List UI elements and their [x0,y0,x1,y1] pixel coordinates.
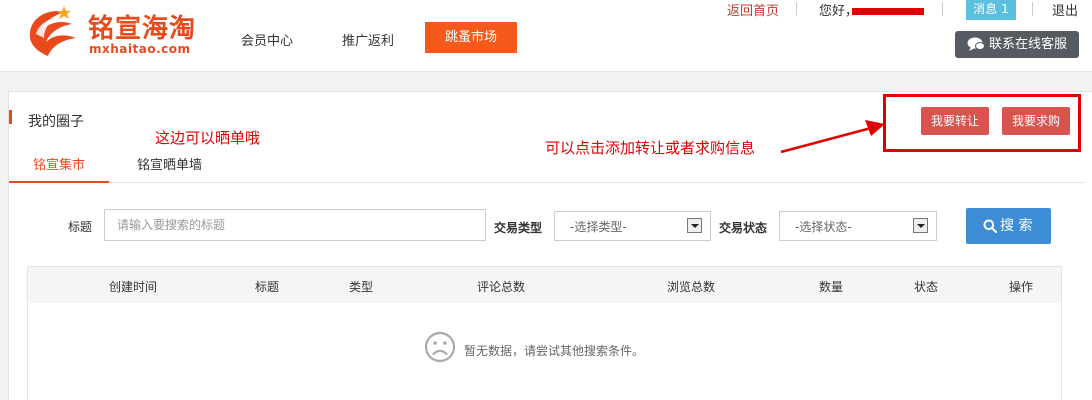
column-created-time: 创建时间 [108,280,158,294]
search-icon [983,219,997,233]
column-title: 标题 [254,280,280,294]
back-home-link[interactable]: 返回首页 [727,0,779,19]
trade-type-label: 交易类型 [494,221,543,235]
my-circle-panel: 我的圈子 这边可以晒单哦 铭宣集市 铭宣晒单墙 可以点击添加转让或者求购信息 我… [8,91,1092,400]
tab-showcase-wall[interactable]: 铭宣晒单墙 [137,154,202,173]
logo-chinese-text: 铭宣海淘 [88,14,197,44]
empty-state-text: 暂无数据，请尝试其他搜索条件。 [464,344,645,358]
divider [1032,2,1033,16]
dropdown-arrow-icon[interactable] [687,218,702,233]
table-header: 创建时间 标题 类型 评论总数 浏览总数 数量 状态 操作 [27,266,1062,304]
column-comment-count: 评论总数 [476,280,526,294]
table-body: 暂无数据，请尝试其他搜索条件。 [27,303,1062,400]
title-search-input[interactable]: 请输入要搜索的标题 [104,209,486,241]
column-actions: 操作 [1008,280,1034,294]
column-quantity: 数量 [818,280,844,294]
want-transfer-button[interactable]: 我要转让 [921,107,989,135]
nav-flea-market-button[interactable]: 跳蚤市场 [425,22,517,53]
nav-member-center[interactable]: 会员中心 [241,30,293,49]
divider [796,2,797,16]
annotation-right: 可以点击添加转让或者求购信息 [545,139,756,157]
search-button[interactable]: 搜 索 [966,208,1051,244]
arrow-icon [780,120,885,154]
trade-type-value: -选择类型- [570,220,627,234]
top-header: 铭宣海淘 mxhaitao.com 会员中心 推广返利 跳蚤市场 返回首页 您好… [0,0,1092,72]
site-logo[interactable]: 铭宣海淘 mxhaitao.com [22,4,202,62]
dropdown-arrow-icon[interactable] [913,218,928,233]
nav-promotion-rebate[interactable]: 推广返利 [342,30,394,49]
trade-status-select[interactable]: -选择状态- [779,211,937,241]
column-view-count: 浏览总数 [666,280,716,294]
tab-market[interactable]: 铭宣集市 [9,154,109,183]
sad-face-icon [424,331,456,363]
column-status: 状态 [913,280,939,294]
redacted-username [852,8,924,15]
phoenix-logo-icon [29,6,76,56]
message-badge[interactable]: 消息 1 [966,0,1016,20]
want-buy-button[interactable]: 我要求购 [1002,107,1070,135]
title-accent-bar [9,110,12,124]
chat-bubble-icon [967,37,985,51]
divider [942,2,943,16]
trade-type-select[interactable]: -选择类型- [554,211,711,241]
annotation-left: 这边可以晒单哦 [155,129,261,147]
search-button-label: 搜 索 [1000,218,1033,234]
trade-status-label: 交易状态 [719,221,768,235]
column-type: 类型 [348,280,374,294]
logout-link[interactable]: 退出 [1052,0,1078,19]
page-title: 我的圈子 [28,114,84,130]
online-support-button[interactable]: 联系在线客服 [955,31,1079,58]
support-label: 联系在线客服 [989,37,1068,52]
logo-domain-text: mxhaitao.com [89,42,191,56]
title-filter-label: 标题 [68,220,93,234]
trade-status-value: -选择状态- [795,220,852,234]
